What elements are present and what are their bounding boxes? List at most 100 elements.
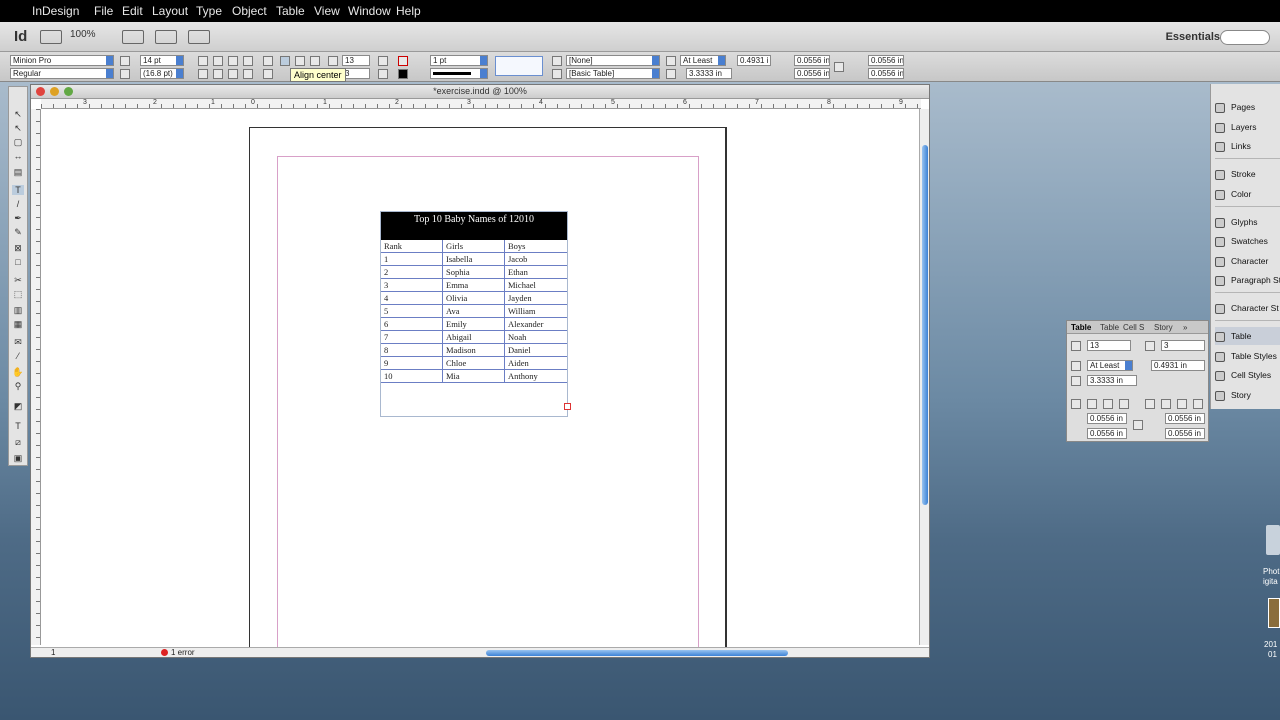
justify-left-icon[interactable]: [198, 69, 208, 79]
page-tool-icon[interactable]: ▢: [12, 137, 24, 147]
panel-inset-bottom-field[interactable]: 0.0556 in: [1087, 428, 1127, 439]
align-center-icon[interactable]: [213, 56, 223, 66]
arrange-documents-icon[interactable]: [188, 30, 210, 44]
dock-item-cell-styles[interactable]: Cell Styles: [1215, 366, 1280, 384]
inset-bottom-field[interactable]: 0.0556 in: [794, 68, 830, 79]
align-center-vertical-icon[interactable]: [280, 56, 290, 66]
apply-none-icon[interactable]: ⧄: [12, 437, 24, 447]
dock-item-glyphs[interactable]: Glyphs: [1215, 213, 1280, 231]
type-tool-icon[interactable]: T: [12, 185, 24, 195]
preflight-status[interactable]: 1 error: [171, 648, 195, 657]
hand-tool-icon[interactable]: ✋: [12, 367, 24, 377]
table-row[interactable]: 4 Olivia Jayden: [381, 292, 567, 305]
horizontal-scrollbar[interactable]: 1 1 error: [31, 647, 929, 657]
menu-edit[interactable]: Edit: [122, 4, 143, 18]
panel-expand-icon[interactable]: »: [1183, 323, 1187, 332]
panel-align-bottom-icon[interactable]: [1103, 399, 1113, 409]
table-row[interactable]: 10 Mia Anthony: [381, 370, 567, 383]
fill-swatch-icon[interactable]: [398, 69, 408, 79]
menu-table[interactable]: Table: [276, 4, 305, 18]
align-bottom-icon[interactable]: [295, 56, 305, 66]
panel-height-mode-field[interactable]: At Least: [1087, 360, 1133, 371]
panel-rotate-90-icon[interactable]: [1161, 399, 1171, 409]
dock-item-links[interactable]: Links: [1215, 137, 1280, 155]
bridge-icon[interactable]: [40, 30, 62, 44]
table-row[interactable]: 9 Chloe Aiden: [381, 357, 567, 370]
inset-right-field[interactable]: 0.0556 in: [868, 68, 904, 79]
panel-align-top-icon[interactable]: [1071, 399, 1081, 409]
justify-vertical-icon[interactable]: [310, 56, 320, 66]
panel-inset-left-field[interactable]: 0.0556 in: [1165, 413, 1205, 424]
panel-inset-top-field[interactable]: 0.0556 in: [1087, 413, 1127, 424]
gap-tool-icon[interactable]: ↔: [12, 151, 24, 161]
content-collector-icon[interactable]: ▤: [12, 167, 24, 177]
free-transform-tool-icon[interactable]: ⬚: [12, 289, 24, 299]
merge-cells-icon[interactable]: [378, 56, 388, 66]
menu-object[interactable]: Object: [232, 4, 267, 18]
menu-view[interactable]: View: [314, 4, 340, 18]
dock-item-story[interactable]: Story: [1215, 386, 1280, 404]
text-rotation-icon[interactable]: [263, 69, 273, 79]
panel-align-center-icon[interactable]: [1087, 399, 1097, 409]
panel-text-rotation-icon[interactable]: [1145, 399, 1155, 409]
menu-help[interactable]: Help: [396, 4, 421, 18]
panel-column-width-field[interactable]: 3.3333 in: [1087, 375, 1137, 386]
screen-mode-icon[interactable]: [155, 30, 177, 44]
unmerge-cells-icon[interactable]: [378, 69, 388, 79]
dock-item-stroke[interactable]: Stroke: [1215, 165, 1280, 183]
dock-item-table-styles[interactable]: Table Styles: [1215, 347, 1280, 365]
stroke-swatch-icon[interactable]: [398, 56, 408, 66]
vertical-scroll-thumb[interactable]: [922, 145, 928, 505]
pencil-tool-icon[interactable]: ✎: [12, 227, 24, 237]
font-family-field[interactable]: Minion Pro: [10, 55, 114, 66]
view-options-icon[interactable]: [122, 30, 144, 44]
dock-item-pages[interactable]: Pages: [1215, 98, 1280, 116]
menu-window[interactable]: Window: [348, 4, 391, 18]
justify-all-icon[interactable]: [243, 69, 253, 79]
pen-tool-icon[interactable]: ✒: [12, 213, 24, 223]
table-row[interactable]: 2 Sophia Ethan: [381, 266, 567, 279]
scissors-tool-icon[interactable]: ✂: [12, 275, 24, 285]
screen-mode-tool-icon[interactable]: ▣: [12, 453, 24, 463]
justify-center-icon[interactable]: [213, 69, 223, 79]
align-left-icon[interactable]: [198, 56, 208, 66]
search-input[interactable]: [1220, 30, 1270, 45]
cell-style-field[interactable]: [None]: [566, 55, 660, 66]
rectangle-frame-tool-icon[interactable]: ⊠: [12, 243, 24, 253]
stroke-type-field[interactable]: [430, 68, 488, 79]
leading-field[interactable]: (16.8 pt): [140, 68, 184, 79]
menu-file[interactable]: File: [94, 4, 113, 18]
panel-rows-field[interactable]: 13: [1087, 340, 1131, 351]
tab-table-styles[interactable]: Table: [1100, 323, 1119, 332]
fill-stroke-swatch-icon[interactable]: ◩: [12, 401, 24, 411]
zoom-tool-icon[interactable]: ⚲: [12, 381, 24, 391]
font-size-field[interactable]: 14 pt: [140, 55, 184, 66]
align-right-icon[interactable]: [228, 56, 238, 66]
zoom-level[interactable]: 100%: [70, 29, 110, 45]
panel-columns-field[interactable]: 3: [1161, 340, 1205, 351]
rectangle-tool-icon[interactable]: □: [12, 257, 24, 267]
desktop-photo-icon[interactable]: [1268, 598, 1280, 628]
workspace-switcher[interactable]: Essentials: [1166, 31, 1220, 43]
table-row[interactable]: 8 Madison Daniel: [381, 344, 567, 357]
panel-rotate-180-icon[interactable]: [1177, 399, 1187, 409]
gradient-feather-tool-icon[interactable]: ▦: [12, 319, 24, 329]
tab-cell-styles[interactable]: Cell S: [1123, 323, 1144, 332]
chain-link-icon[interactable]: [834, 62, 844, 72]
panel-chain-link-icon[interactable]: [1133, 420, 1143, 430]
tab-table[interactable]: Table: [1071, 323, 1091, 332]
direct-selection-tool-icon[interactable]: ↖: [12, 123, 24, 133]
dock-item-swatches[interactable]: Swatches: [1215, 232, 1280, 250]
justify-right-icon[interactable]: [228, 69, 238, 79]
dock-item-color[interactable]: Color: [1215, 185, 1280, 203]
overset-port-icon[interactable]: [564, 403, 571, 410]
selection-tool-icon[interactable]: ↖: [12, 109, 24, 119]
desktop-drive-icon[interactable]: [1266, 525, 1280, 555]
formatting-text-icon[interactable]: T: [12, 421, 24, 431]
column-width-field[interactable]: 3.3333 in: [686, 68, 732, 79]
menu-indesign[interactable]: InDesign: [32, 4, 79, 18]
inset-left-field[interactable]: 0.0556 in: [868, 55, 904, 66]
dock-item-table[interactable]: Table: [1215, 327, 1280, 345]
stroke-proxy-preview[interactable]: [495, 56, 543, 76]
table-row[interactable]: 6 Emily Alexander: [381, 318, 567, 331]
